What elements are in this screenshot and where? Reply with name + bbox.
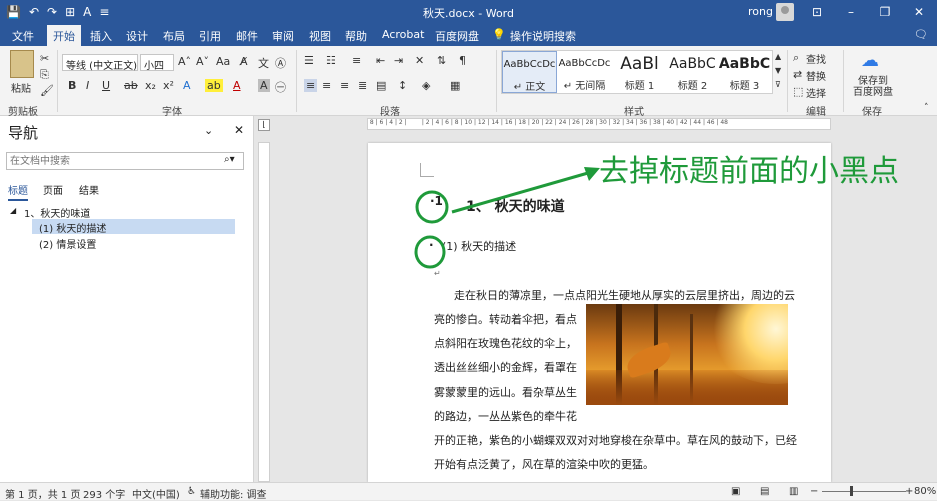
zoom-level[interactable]: 80%	[914, 486, 936, 497]
page-count[interactable]: 第 1 页，共 1 页	[5, 486, 80, 501]
status-bar: 第 1 页，共 1 页 293 个字 中文(中国) ♿ 辅助功能: 调查 ▣ ▤…	[0, 482, 937, 501]
print-layout-icon[interactable]: ▤	[760, 486, 769, 497]
annotation-overlay	[414, 167, 600, 269]
zoom-out-icon[interactable]: −	[810, 486, 818, 497]
read-mode-icon[interactable]: ▣	[731, 486, 740, 497]
zoom-in-icon[interactable]: +	[905, 486, 913, 497]
annotation-circle	[414, 235, 446, 269]
web-layout-icon[interactable]: ▥	[789, 486, 798, 497]
annotation-text: 去掉标题前面的小黑点	[599, 154, 899, 189]
word-count[interactable]: 293 个字	[83, 486, 125, 501]
accessibility-status[interactable]: 辅助功能: 调查	[200, 486, 267, 501]
annotation-circle	[415, 190, 449, 224]
language[interactable]: 中文(中国)	[132, 486, 180, 501]
accessibility-icon[interactable]: ♿	[187, 486, 196, 497]
zoom-slider-thumb[interactable]	[850, 486, 853, 496]
annotation-arrow	[451, 171, 589, 214]
zoom-slider[interactable]	[822, 491, 906, 492]
